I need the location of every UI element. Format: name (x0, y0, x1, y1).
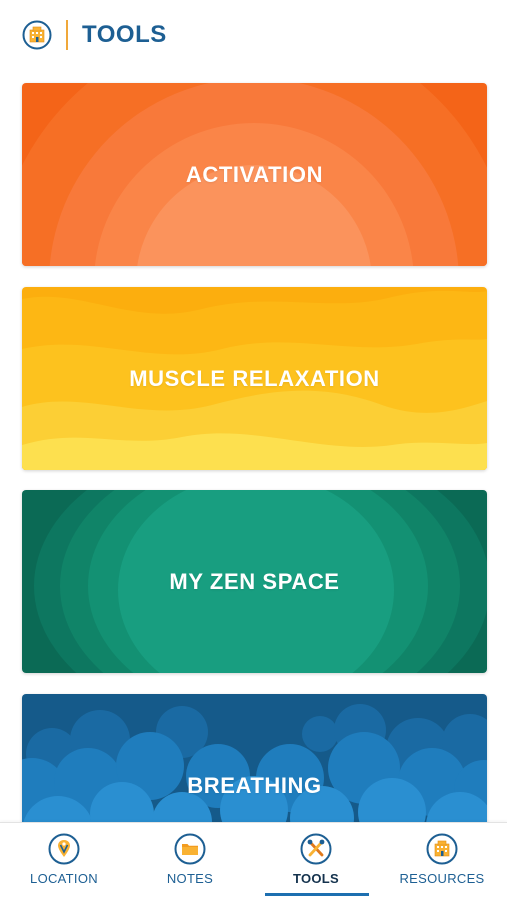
page-title: TOOLS (82, 21, 167, 48)
nav-item-notes[interactable]: NOTES (127, 823, 253, 900)
header-divider (66, 20, 68, 50)
activation-label: ACTIVATION (185, 161, 324, 187)
nav-label-resources: RESOURCES (399, 871, 485, 886)
muscle-relaxation-card[interactable]: MUSCLE RELAXATION (22, 287, 487, 470)
activation-card[interactable]: ACTIVATION (22, 83, 487, 266)
tools-icon (300, 833, 332, 865)
folder-icon (174, 833, 206, 865)
nav-label-location: LOCATION (30, 871, 98, 886)
tool-card-list: ACTIVATION MUSCLE RELAXATION MY ZEN SPAC… (0, 0, 507, 822)
building-icon (22, 20, 52, 50)
nav-item-location[interactable]: LOCATION (1, 823, 127, 900)
tools-screen: ACTIVATION MUSCLE RELAXATION MY ZEN SPAC… (0, 0, 507, 900)
zen-space-label: MY ZEN SPACE (169, 568, 340, 594)
building-icon (426, 833, 458, 865)
nav-item-resources[interactable]: RESOURCES (379, 823, 505, 900)
nav-item-tools[interactable]: TOOLS (253, 823, 379, 900)
breathing-label: BREATHING (187, 772, 322, 798)
nav-label-tools: TOOLS (292, 871, 340, 886)
bottom-navigation: LOCATION NOTES TOOLS RESOURCES (0, 822, 507, 900)
nav-label-notes: NOTES (166, 871, 214, 886)
muscle-relaxation-label: MUSCLE RELAXATION (129, 365, 380, 391)
location-pin-icon (48, 833, 80, 865)
top-header: TOOLS (0, 0, 507, 70)
zen-space-card[interactable]: MY ZEN SPACE (22, 490, 487, 673)
active-tab-indicator (265, 893, 369, 896)
breathing-card[interactable]: BREATHING (22, 694, 487, 822)
